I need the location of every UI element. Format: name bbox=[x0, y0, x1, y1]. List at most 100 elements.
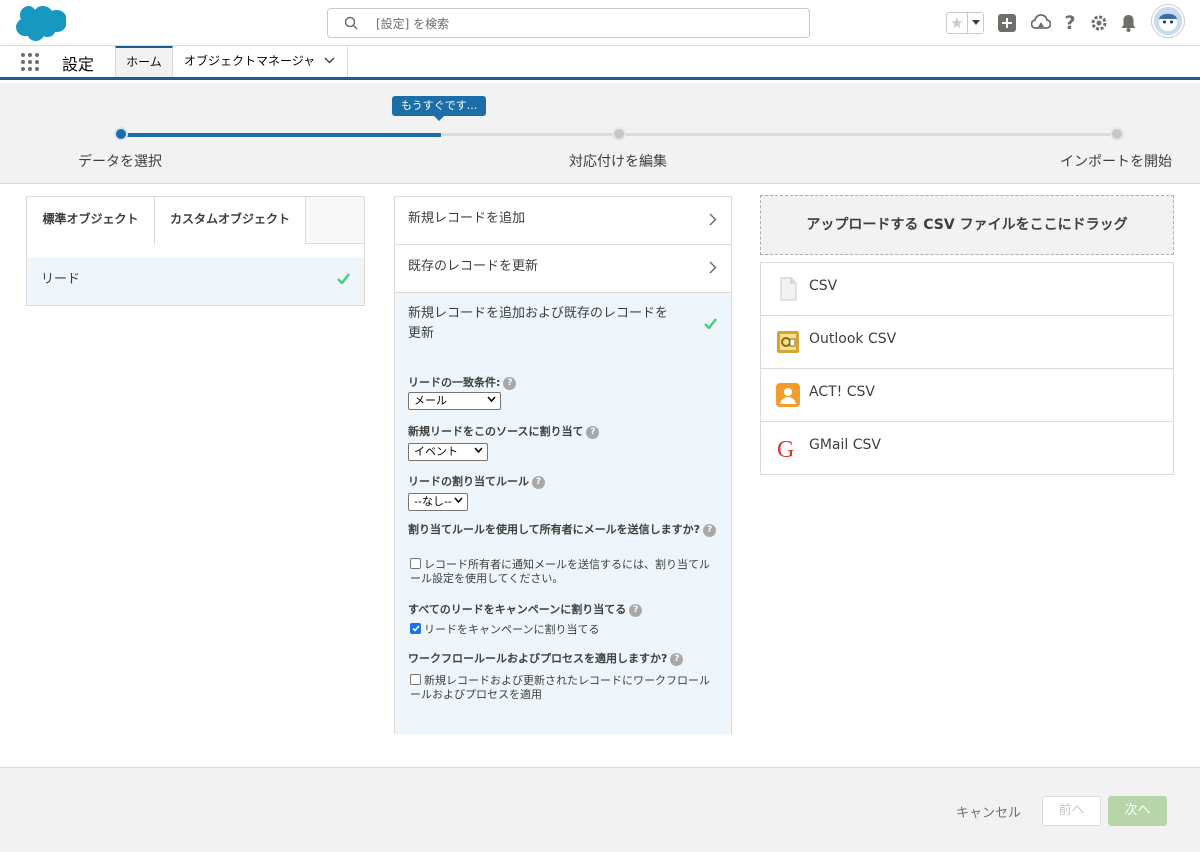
chevron-down-icon bbox=[474, 447, 483, 454]
svg-text:G: G bbox=[777, 437, 794, 460]
help-icon[interactable]: ? bbox=[586, 426, 600, 439]
tab-home[interactable]: ホーム bbox=[115, 46, 173, 77]
salesforce-logo-icon[interactable] bbox=[14, 5, 67, 45]
workflow-checkbox-label: 新規レコードおよび更新されたレコードにワークフロールールおよびプロセスを適用 bbox=[410, 674, 710, 701]
workflow-text: ワークフロールールおよびプロセスを適用しますか? bbox=[408, 652, 668, 665]
campaign-checkbox[interactable] bbox=[410, 623, 421, 634]
match-condition-value: メール bbox=[414, 394, 447, 407]
checkmark-icon bbox=[337, 273, 350, 284]
csv-source-label: Outlook CSV bbox=[809, 331, 897, 347]
global-header: [設定] を検索 ★ ? bbox=[0, 0, 1200, 46]
global-actions-icon[interactable] bbox=[996, 12, 1018, 34]
workflow-option: 新規レコードおよび更新されたレコードにワークフロールールおよびプロセスを適用 bbox=[410, 674, 720, 702]
cancel-button[interactable]: キャンセル bbox=[956, 802, 1021, 821]
import-progress-indicator: もうすぐです... データを選択 対応付けを編集 インポートを開始 bbox=[0, 83, 1200, 184]
action-label: 新規レコードを追加 bbox=[408, 211, 526, 226]
step-dot-3 bbox=[1110, 127, 1124, 141]
send-email-checkbox[interactable] bbox=[410, 558, 421, 569]
csv-source-label: ACT! CSV bbox=[809, 384, 875, 400]
action-label: 新規レコードを追加および既存のレコードを更新 bbox=[408, 306, 669, 341]
notifications-bell-icon[interactable] bbox=[1117, 12, 1139, 34]
tab-standard-objects[interactable]: 標準オブジェクト bbox=[27, 197, 155, 245]
lead-source-select[interactable]: イベント bbox=[408, 443, 488, 461]
send-email-text: 割り当てルールを使用して所有者にメールを送信しますか? bbox=[408, 523, 701, 536]
search-placeholder: [設定] を検索 bbox=[376, 17, 450, 31]
campaign-option: リードをキャンペーンに割り当てる bbox=[410, 623, 720, 637]
lead-import-settings: リードの一致条件:? メール 新規リードをこのソースに割り当て? イベント リー… bbox=[395, 358, 731, 734]
action-selector: 新規レコードを追加 既存のレコードを更新 新規レコードを追加および既存のレコード… bbox=[394, 196, 732, 734]
csv-source-label: GMail CSV bbox=[809, 437, 881, 453]
match-condition-select[interactable]: メール bbox=[408, 392, 501, 410]
csv-source-csv[interactable]: CSV bbox=[761, 263, 1173, 316]
assignment-rule-select[interactable]: --なし-- bbox=[408, 493, 468, 511]
campaign-text: すべてのリードをキャンペーンに割り当てる bbox=[408, 603, 627, 616]
match-condition-label: リードの一致条件:? bbox=[408, 374, 517, 390]
action-add-and-update[interactable]: 新規レコードを追加および既存のレコードを更新 bbox=[395, 293, 731, 358]
step-label-select-data: データを選択 bbox=[78, 154, 162, 170]
prev-button[interactable]: 前へ bbox=[1042, 796, 1101, 826]
help-icon[interactable]: ? bbox=[670, 653, 684, 666]
send-email-option: レコード所有者に通知メールを送信するには、割り当てルール設定を使用してください。 bbox=[410, 558, 720, 586]
send-email-label: 割り当てルールを使用して所有者にメールを送信しますか?? bbox=[408, 522, 726, 537]
chevron-down-icon[interactable] bbox=[324, 57, 335, 64]
object-item-lead[interactable]: リード bbox=[27, 258, 364, 305]
step-label-start-import: インポートを開始 bbox=[1060, 154, 1172, 170]
lead-source-value: イベント bbox=[414, 445, 458, 458]
help-icon[interactable]: ? bbox=[532, 476, 545, 489]
source-label: 新規リードをこのソースに割り当て? bbox=[408, 423, 600, 439]
csv-source-label: CSV bbox=[809, 278, 838, 294]
wizard-footer: キャンセル 前へ 次へ bbox=[0, 767, 1200, 852]
trailhead-icon[interactable] bbox=[1030, 12, 1052, 34]
csv-source-act[interactable]: ACT! CSV bbox=[761, 369, 1173, 422]
step-label-edit-mapping: 対応付けを編集 bbox=[569, 154, 667, 170]
help-icon[interactable]: ? bbox=[503, 377, 517, 390]
send-email-checkbox-label: レコード所有者に通知メールを送信するには、割り当てルール設定を使用してください。 bbox=[410, 558, 710, 585]
action-add-new[interactable]: 新規レコードを追加 bbox=[395, 197, 731, 245]
campaign-label: すべてのリードをキャンペーンに割り当てる? bbox=[408, 601, 643, 617]
global-search-input[interactable]: [設定] を検索 bbox=[327, 8, 810, 38]
assignment-rule-text: リードの割り当てルール bbox=[408, 475, 529, 488]
favorites-dropdown-icon[interactable] bbox=[967, 13, 983, 33]
star-icon[interactable]: ★ bbox=[947, 13, 967, 33]
chevron-right-icon bbox=[709, 213, 717, 226]
workflow-checkbox[interactable] bbox=[410, 674, 421, 685]
checkmark-icon bbox=[704, 318, 717, 329]
csv-source-list: CSV Outlook CSV ACT! CSV G GMail CSV bbox=[760, 262, 1174, 475]
help-icon[interactable]: ? bbox=[703, 524, 717, 537]
match-condition-text: リードの一致条件: bbox=[408, 376, 501, 389]
source-text: 新規リードをこのソースに割り当て bbox=[408, 425, 584, 438]
chevron-right-icon bbox=[709, 261, 717, 274]
csv-file-icon bbox=[780, 277, 797, 301]
act-contact-icon bbox=[776, 383, 800, 407]
chevron-down-icon bbox=[454, 497, 463, 504]
object-selector: 標準オブジェクト カスタムオブジェクト リード bbox=[26, 196, 365, 306]
assignment-rule-value: --なし-- bbox=[414, 495, 452, 508]
step-dot-2 bbox=[612, 127, 626, 141]
next-button[interactable]: 次へ bbox=[1108, 796, 1167, 826]
gear-icon[interactable] bbox=[1088, 12, 1110, 34]
tab-custom-objects[interactable]: カスタムオブジェクト bbox=[155, 197, 306, 244]
outlook-icon bbox=[777, 331, 799, 353]
workflow-label: ワークフロールールおよびプロセスを適用しますか?? bbox=[408, 650, 684, 666]
assignment-rule-label: リードの割り当てルール? bbox=[408, 473, 545, 489]
campaign-checkbox-label: リードをキャンペーンに割り当てる bbox=[424, 623, 600, 636]
app-title: 設定 bbox=[62, 55, 95, 74]
gmail-icon: G bbox=[777, 437, 794, 460]
action-update-existing[interactable]: 既存のレコードを更新 bbox=[395, 245, 731, 293]
help-icon[interactable]: ? bbox=[1059, 12, 1081, 34]
chevron-down-icon bbox=[487, 396, 496, 403]
tab-object-manager[interactable]: オブジェクトマネージャ bbox=[173, 46, 348, 77]
csv-source-outlook[interactable]: Outlook CSV bbox=[761, 316, 1173, 369]
step-dot-1 bbox=[114, 127, 128, 141]
search-icon bbox=[344, 16, 358, 30]
csv-dropzone[interactable]: アップロードする CSV ファイルをここにドラッグ bbox=[760, 195, 1174, 255]
object-tabs: 標準オブジェクト カスタムオブジェクト bbox=[27, 197, 364, 245]
csv-source-gmail[interactable]: G GMail CSV bbox=[761, 422, 1173, 475]
progress-fill bbox=[120, 133, 441, 137]
tab-object-manager-label: オブジェクトマネージャ bbox=[184, 54, 316, 68]
favorites-button[interactable]: ★ bbox=[946, 12, 984, 34]
help-icon[interactable]: ? bbox=[629, 604, 643, 617]
app-launcher-icon[interactable] bbox=[21, 53, 41, 73]
user-avatar[interactable] bbox=[1152, 5, 1184, 37]
app-navigation: 設定 ホーム オブジェクトマネージャ bbox=[0, 46, 1200, 80]
